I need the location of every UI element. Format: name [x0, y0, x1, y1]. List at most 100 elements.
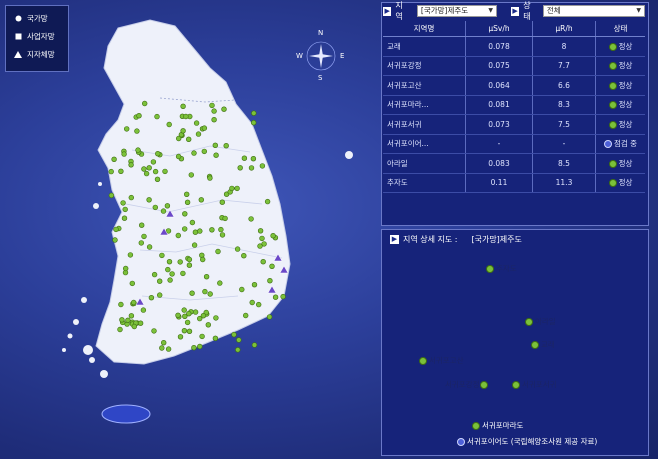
station-marker[interactable]: [212, 335, 219, 341]
legend-national[interactable]: 국가망: [6, 9, 68, 27]
station-marker[interactable]: [192, 229, 199, 235]
jeju-station-gosan[interactable]: 서귀포고산: [419, 355, 464, 366]
station-marker[interactable]: [184, 319, 191, 326]
station-marker[interactable]: [146, 244, 153, 250]
station-marker[interactable]: [189, 290, 195, 296]
station-marker[interactable]: [251, 342, 258, 348]
station-marker[interactable]: [143, 170, 150, 177]
station-marker[interactable]: [119, 317, 125, 323]
station-marker[interactable]: [212, 142, 219, 149]
jeju-station-gyorae[interactable]: 교래: [531, 339, 555, 350]
station-marker[interactable]: [180, 128, 186, 134]
station-marker[interactable]: [257, 228, 264, 234]
station-marker[interactable]: [152, 204, 159, 211]
station-marker[interactable]: [211, 116, 217, 123]
station-marker[interactable]: [248, 216, 254, 222]
station-marker[interactable]: [186, 311, 192, 317]
station-marker[interactable]: [218, 226, 224, 233]
station-marker[interactable]: [159, 345, 165, 351]
station-marker[interactable]: [167, 277, 173, 283]
station-marker[interactable]: [165, 266, 171, 273]
table-row[interactable]: 서귀포고산 0.064 6.6 정상: [383, 75, 645, 96]
station-marker[interactable]: [269, 263, 275, 269]
station-marker[interactable]: [118, 301, 124, 308]
station-marker[interactable]: [129, 280, 136, 287]
station-marker[interactable]: [222, 215, 228, 222]
station-marker[interactable]: [151, 328, 157, 334]
station-marker[interactable]: [186, 328, 193, 334]
station-marker[interactable]: [191, 345, 197, 351]
station-marker[interactable]: [177, 334, 184, 340]
station-marker[interactable]: [202, 288, 208, 295]
station-marker[interactable]: [211, 108, 217, 114]
station-marker[interactable]: [200, 313, 207, 319]
station-marker[interactable]: [205, 322, 212, 328]
station-marker[interactable]: [256, 301, 262, 308]
station-marker[interactable]: [150, 159, 157, 165]
station-marker[interactable]: [237, 165, 243, 171]
station-marker[interactable]: [195, 131, 202, 137]
station-marker[interactable]: [243, 312, 249, 319]
jeju-station-chuja[interactable]: 추자도: [486, 263, 517, 274]
station-marker[interactable]: [108, 168, 114, 175]
station-marker[interactable]: [180, 270, 186, 277]
station-marker[interactable]: [135, 147, 141, 153]
station-marker[interactable]: [221, 106, 227, 112]
station-marker[interactable]: [219, 232, 226, 238]
station-marker[interactable]: [123, 126, 130, 132]
station-marker[interactable]: [209, 102, 215, 109]
station-marker[interactable]: [175, 312, 181, 318]
station-marker[interactable]: [186, 136, 192, 143]
station-marker[interactable]: [117, 326, 123, 333]
station-marker[interactable]: [113, 226, 119, 233]
station-marker[interactable]: [180, 103, 186, 110]
station-marker[interactable]: [118, 168, 124, 175]
station-marker[interactable]: [182, 226, 188, 232]
station-marker[interactable]: [191, 242, 198, 248]
station-marker[interactable]: [186, 262, 193, 268]
station-marker[interactable]: [128, 162, 134, 168]
jeju-station-ieodo[interactable]: 서귀포이어도 (국립해양조사원 제공 자료): [457, 436, 597, 447]
station-marker[interactable]: [127, 252, 134, 258]
station-marker[interactable]: [175, 153, 182, 160]
station-marker[interactable]: [183, 113, 189, 120]
station-marker[interactable]: [198, 197, 205, 203]
station-marker[interactable]: [108, 192, 115, 199]
station-marker[interactable]: [161, 340, 167, 346]
table-row[interactable]: 서귀포서귀 0.073 7.5 정상: [383, 114, 645, 135]
station-marker[interactable]: [112, 237, 118, 243]
station-marker[interactable]: [154, 176, 161, 183]
station-marker[interactable]: [142, 100, 148, 107]
station-marker[interactable]: [213, 315, 219, 321]
station-marker[interactable]: [137, 320, 144, 326]
station-marker[interactable]: [213, 152, 219, 158]
station-marker[interactable]: [184, 191, 190, 198]
station-marker[interactable]: [234, 185, 240, 192]
station-marker[interactable]: [201, 125, 208, 131]
station-marker[interactable]: [201, 148, 208, 155]
station-marker[interactable]: [111, 156, 117, 163]
region-select[interactable]: [국가망]제주도 ▼: [416, 5, 497, 17]
station-marker[interactable]: [239, 286, 245, 293]
station-marker[interactable]: [181, 328, 188, 334]
station-marker[interactable]: [122, 206, 128, 213]
station-marker[interactable]: [131, 299, 137, 306]
station-marker[interactable]: [266, 314, 273, 320]
table-row[interactable]: 교래 0.078 8 정상: [383, 36, 645, 57]
station-marker[interactable]: [241, 253, 247, 259]
station-marker[interactable]: [121, 215, 128, 221]
station-marker[interactable]: [177, 259, 183, 265]
table-row[interactable]: 서귀포마라... 0.081 8.3 정상: [383, 95, 645, 115]
station-marker[interactable]: [197, 228, 203, 234]
station-marker[interactable]: [203, 274, 210, 280]
station-marker[interactable]: [241, 155, 248, 161]
station-marker[interactable]: [189, 219, 196, 226]
station-marker[interactable]: [159, 252, 165, 259]
station-marker[interactable]: [140, 307, 147, 313]
station-marker[interactable]: [229, 185, 235, 192]
station-marker[interactable]: [250, 156, 257, 162]
station-marker[interactable]: [270, 233, 276, 239]
legend-local[interactable]: 지자체망: [6, 45, 68, 63]
station-marker[interactable]: [193, 120, 200, 126]
station-marker[interactable]: [236, 337, 242, 343]
